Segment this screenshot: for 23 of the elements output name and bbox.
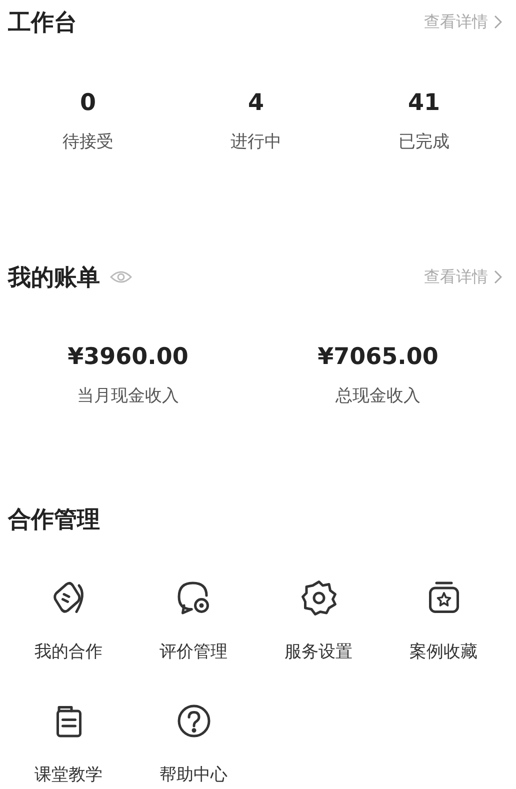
eye-icon[interactable] — [110, 270, 132, 284]
section-title: 工作台 — [8, 8, 77, 38]
settings-icon — [298, 578, 338, 618]
section-title: 合作管理 — [8, 506, 100, 534]
amount-label: 总现金收入 — [336, 385, 420, 407]
amount-value: ¥3960.00 — [68, 344, 188, 370]
stat-value: 4 — [248, 90, 264, 116]
menu-item-label[interactable]: 案例收藏 — [410, 640, 478, 663]
amount-value: ¥7065.00 — [318, 344, 438, 370]
amount-label: 当月现金收入 — [77, 385, 179, 407]
stat-label: 已完成 — [398, 131, 450, 153]
menu-item-label[interactable]: 课堂教学 — [34, 763, 102, 786]
stat-value: 0 — [80, 90, 96, 116]
stat-label: 待接受 — [62, 131, 114, 153]
section-title: 我的账单 — [8, 264, 100, 292]
menu-item-label[interactable]: 我的合作 — [34, 640, 102, 663]
chevron-right-icon — [494, 270, 502, 284]
chevron-right-icon — [494, 15, 502, 29]
menu-item-label[interactable]: 评价管理 — [160, 640, 228, 663]
stat-value: 41 — [408, 90, 440, 116]
menu-item-label[interactable]: 帮助中心 — [160, 763, 228, 786]
stat-label: 进行中 — [230, 131, 282, 153]
menu-item-label[interactable]: 服务设置 — [284, 640, 352, 663]
